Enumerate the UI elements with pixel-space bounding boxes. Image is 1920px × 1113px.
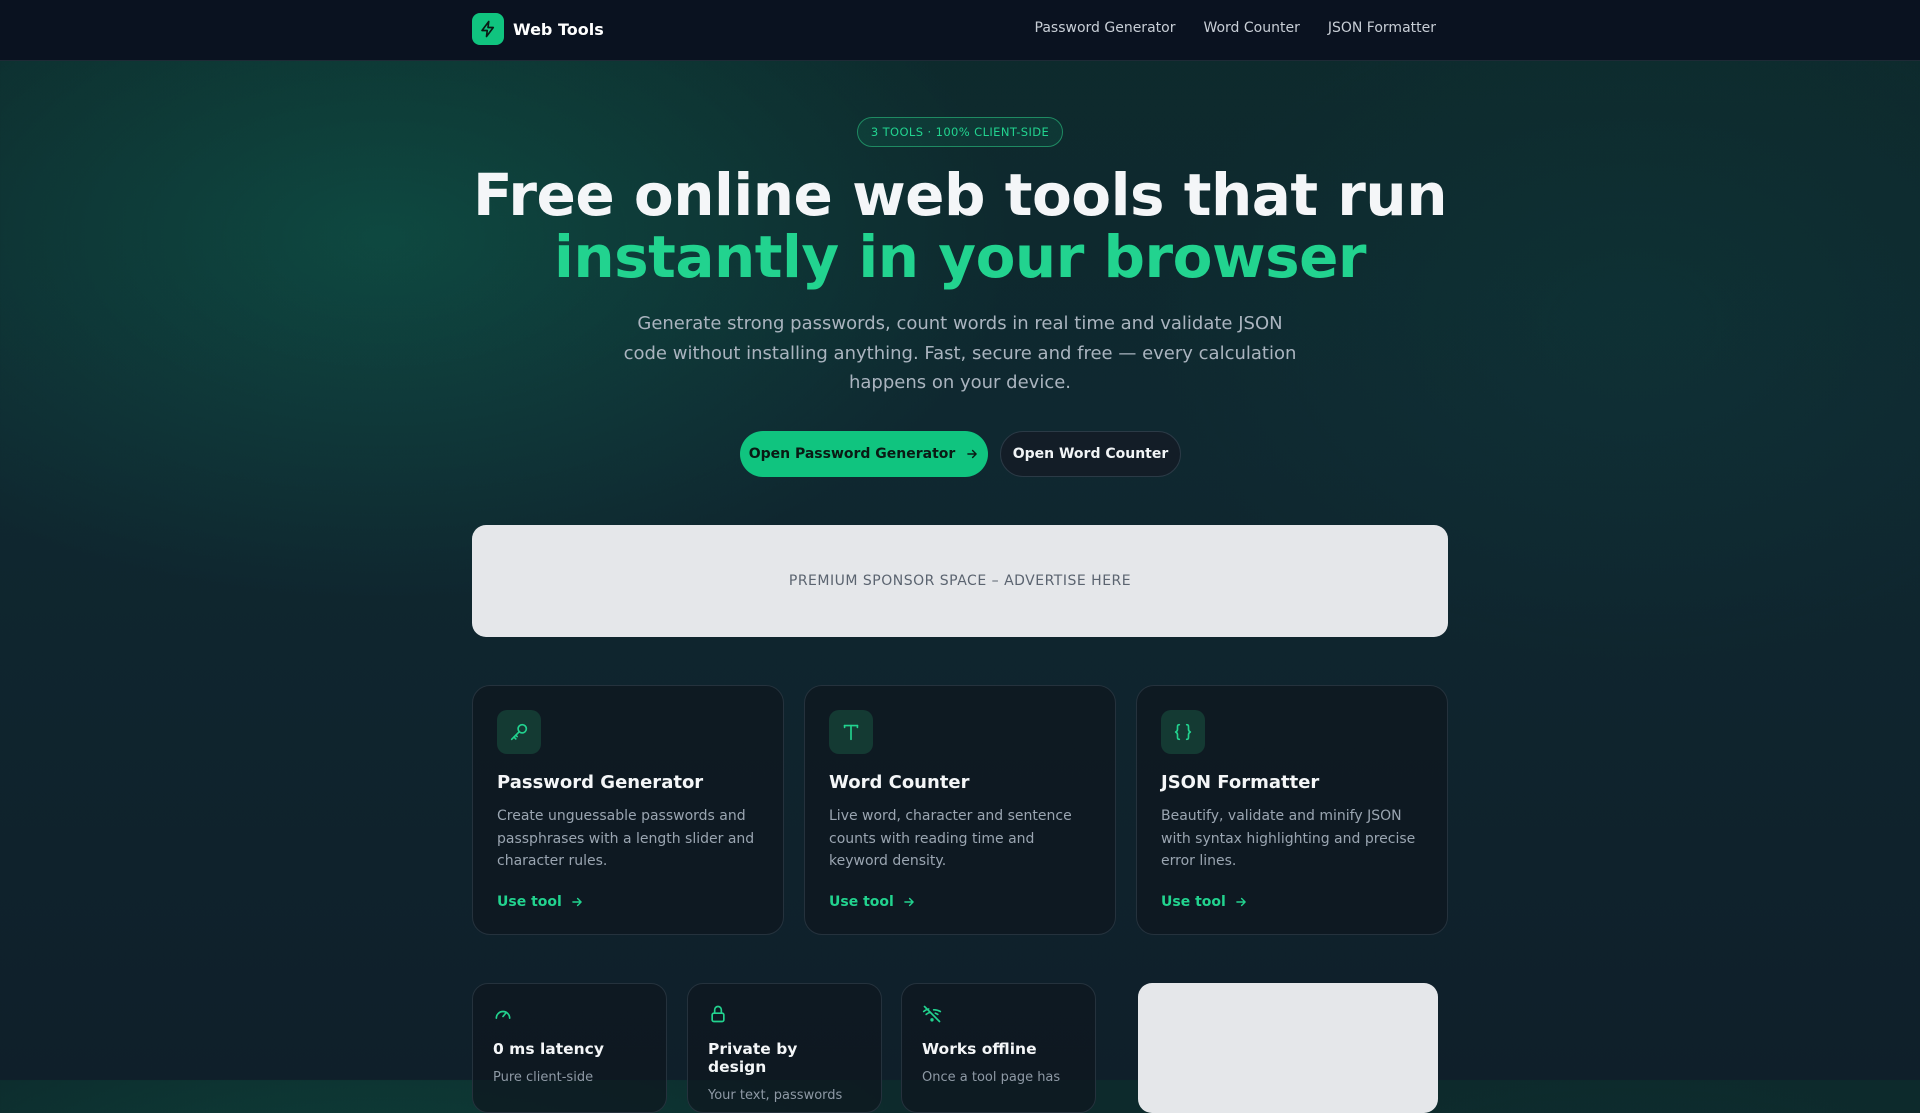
ad-banner-text: PREMIUM SPONSOR SPACE – ADVERTISE HERE bbox=[788, 573, 1132, 589]
arrow-right-icon bbox=[967, 449, 978, 459]
nav-link-word-counter[interactable]: Word Counter bbox=[1203, 20, 1299, 36]
arrow-right-icon bbox=[904, 897, 914, 907]
tool-card-title: JSON Formatter bbox=[1161, 772, 1320, 793]
hero-title: Free online web tools that run instantly… bbox=[0, 164, 1920, 288]
feature-card-offline: Works offline Once a tool page has bbox=[901, 983, 1096, 1113]
key-icon bbox=[497, 710, 541, 754]
tool-card-description: Live word, character and sentence counts… bbox=[829, 808, 1072, 869]
sidebar-ad-slot[interactable] bbox=[1138, 983, 1438, 1113]
hero-title-line1: Free online web tools that run bbox=[472, 161, 1448, 229]
open-word-counter-button[interactable]: Open Word Counter bbox=[1000, 431, 1181, 477]
feature-description: Once a tool page has bbox=[922, 1070, 1061, 1085]
use-tool-link[interactable]: Use tool bbox=[497, 894, 584, 910]
tools-count-badge: 3 TOOLS · 100% CLIENT-SIDE bbox=[857, 117, 1063, 147]
use-tool-label: Use tool bbox=[829, 894, 894, 910]
brand-name: Web Tools bbox=[513, 19, 604, 39]
gauge-icon bbox=[495, 1010, 511, 1019]
secondary-button-label: Open Word Counter bbox=[1012, 446, 1169, 462]
tool-card-title: Word Counter bbox=[829, 772, 970, 793]
feature-title: 0 ms latency bbox=[493, 1040, 604, 1058]
tool-card-title: Password Generator bbox=[497, 772, 704, 793]
feature-title: Private by design bbox=[708, 1040, 798, 1076]
top-nav-bar: Web Tools Password Generator Word Counte… bbox=[0, 0, 1920, 61]
lock-icon bbox=[711, 1005, 725, 1023]
tool-card-description: Beautify, validate and minify JSON with … bbox=[1161, 808, 1416, 869]
arrow-right-icon bbox=[1236, 897, 1246, 907]
feature-card-private: Private by design Your text, passwords bbox=[687, 983, 882, 1113]
primary-button-label: Open Password Generator bbox=[748, 446, 956, 462]
nav-link-password-generator[interactable]: Password Generator bbox=[1035, 20, 1176, 36]
use-tool-link[interactable]: Use tool bbox=[1161, 894, 1248, 910]
tool-card-description: Create unguessable passwords and passphr… bbox=[497, 808, 755, 869]
use-tool-label: Use tool bbox=[497, 894, 562, 910]
feature-description: Your text, passwords bbox=[708, 1088, 843, 1103]
hero-lead: Generate strong passwords, count words i… bbox=[623, 313, 1297, 393]
tool-card-json-formatter[interactable]: JSON Formatter Beautify, validate and mi… bbox=[1136, 685, 1448, 935]
text-type-icon bbox=[829, 710, 873, 754]
use-tool-label: Use tool bbox=[1161, 894, 1226, 910]
open-password-generator-button[interactable]: Open Password Generator bbox=[740, 431, 988, 477]
nav-link-json-formatter[interactable]: JSON Formatter bbox=[1328, 20, 1436, 36]
wifi-off-icon bbox=[922, 1005, 942, 1023]
hero-title-line2: instantly in your browser bbox=[553, 223, 1367, 291]
bolt-icon bbox=[472, 13, 504, 45]
brand-link[interactable]: Web Tools bbox=[472, 13, 604, 45]
sponsor-ad-banner[interactable]: PREMIUM SPONSOR SPACE – ADVERTISE HERE bbox=[472, 525, 1448, 637]
arrow-right-icon bbox=[572, 897, 582, 907]
feature-description: Pure client-side bbox=[493, 1070, 594, 1085]
tool-card-password-generator[interactable]: Password Generator Create unguessable pa… bbox=[472, 685, 784, 935]
feature-title: Works offline bbox=[922, 1040, 1037, 1058]
tool-card-word-counter[interactable]: Word Counter Live word, character and se… bbox=[804, 685, 1116, 935]
use-tool-link[interactable]: Use tool bbox=[829, 894, 916, 910]
main-nav: Password Generator Word Counter JSON For… bbox=[1035, 20, 1436, 36]
braces-icon bbox=[1161, 710, 1205, 754]
feature-card-latency: 0 ms latency Pure client-side bbox=[472, 983, 667, 1113]
